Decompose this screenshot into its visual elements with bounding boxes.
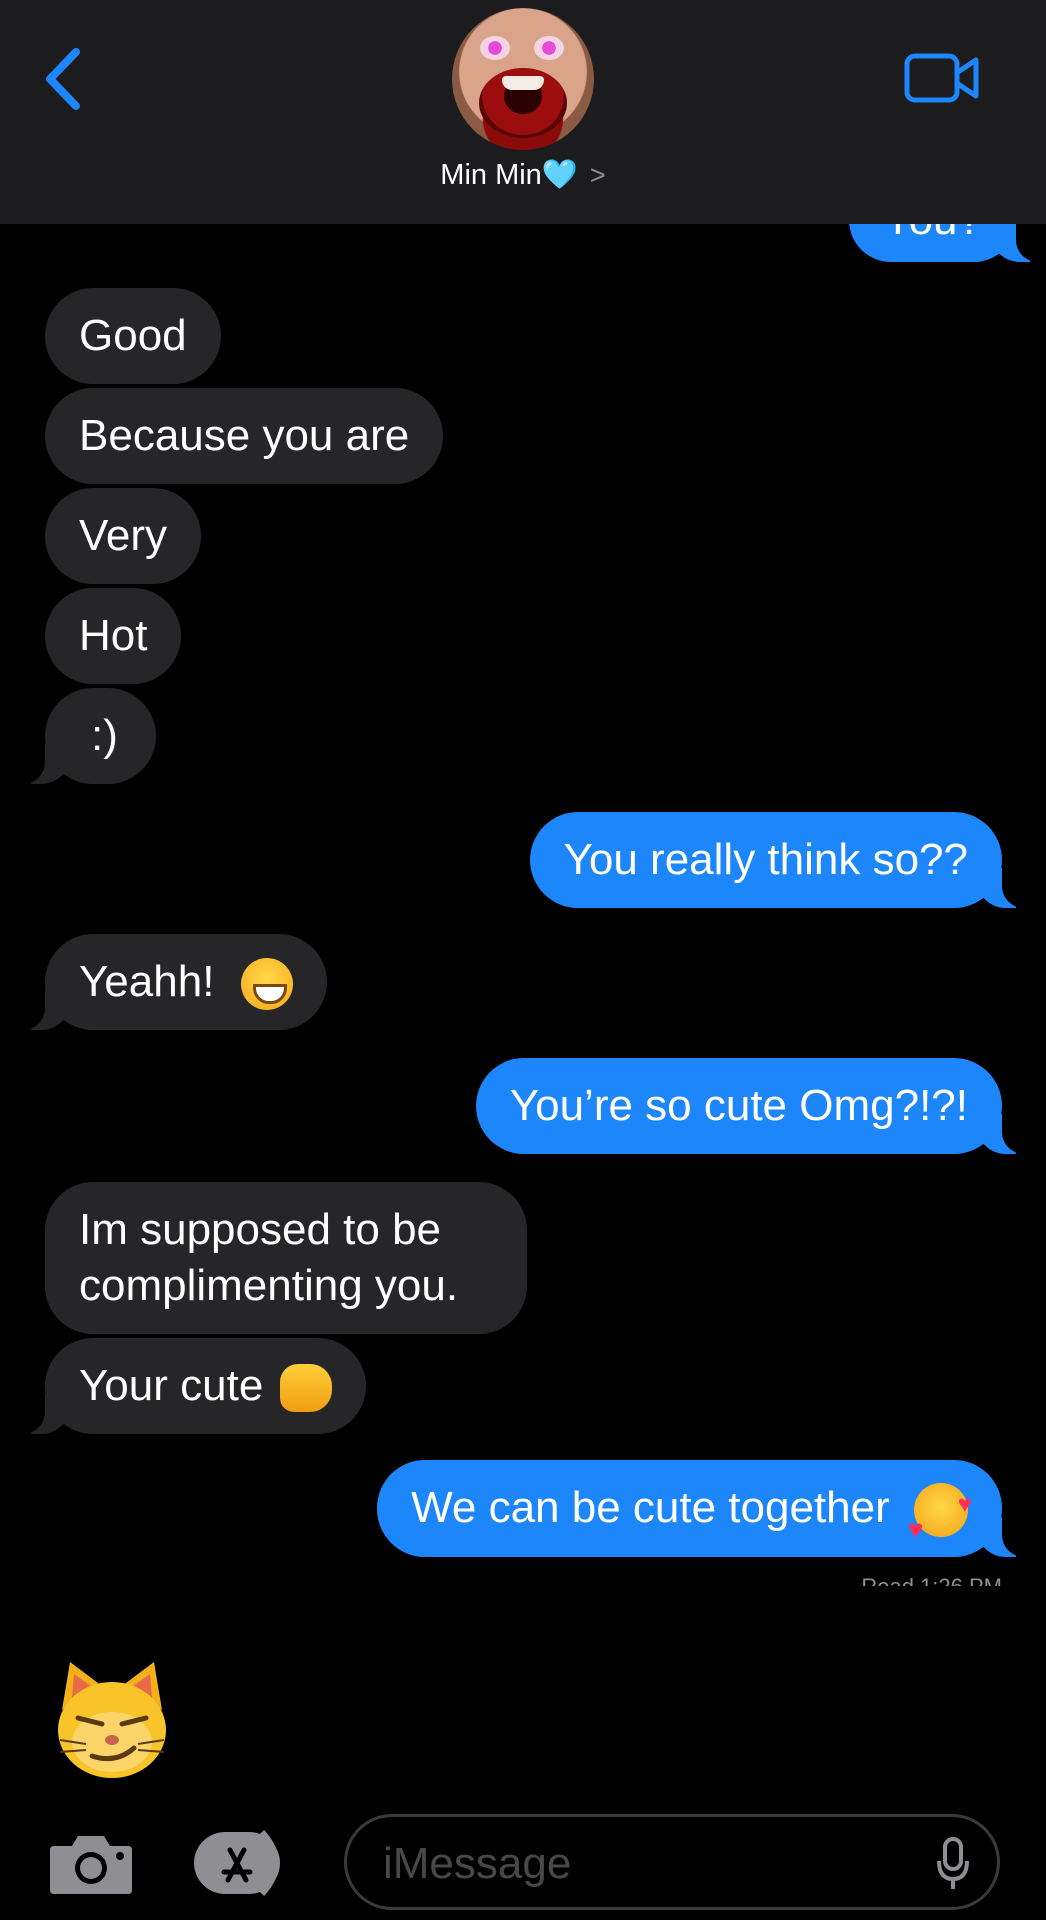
video-camera-icon[interactable] bbox=[904, 52, 980, 104]
message-text: Because you are bbox=[79, 411, 410, 460]
chevron-left-icon[interactable] bbox=[40, 44, 90, 114]
microphone-icon[interactable] bbox=[935, 1837, 971, 1891]
read-receipt: Read 1:26 PM bbox=[861, 1572, 1002, 1586]
message-text: :) bbox=[91, 711, 118, 760]
smirking-cat-icon[interactable] bbox=[56, 1660, 168, 1780]
chevron-right-icon: > bbox=[589, 160, 606, 190]
contact-name-button[interactable]: Min Min🩵 > bbox=[0, 158, 1046, 192]
message-bubble-incoming[interactable]: :) bbox=[15, 688, 156, 784]
message-thread[interactable]: You? Good Because you are Very Hot :) Yo… bbox=[0, 0, 1046, 1780]
avatar-eye bbox=[480, 36, 510, 60]
message-text: Very bbox=[79, 511, 168, 560]
message-bubble-outgoing[interactable]: You’re so cute Omg?!?! bbox=[475, 1058, 1033, 1154]
message-text: Hot bbox=[79, 611, 148, 660]
message-bubble-incoming[interactable]: Hot bbox=[45, 588, 182, 684]
smiling-face-with-hearts-icon bbox=[908, 1477, 972, 1557]
message-text: Im supposed to be complimenting you. bbox=[79, 1205, 459, 1310]
conversation-header: Min Min🩵 > bbox=[0, 0, 1046, 224]
avatar-eye bbox=[534, 36, 564, 60]
heart-emoji-icon: 🩵 bbox=[541, 159, 578, 191]
composer-bar: iMessage bbox=[0, 1800, 1046, 1920]
app-store-icon[interactable] bbox=[192, 1828, 296, 1898]
message-text: You’re so cute Omg?!?! bbox=[509, 1081, 968, 1130]
message-input-placeholder: iMessage bbox=[383, 1839, 572, 1888]
message-bubble-incoming[interactable]: Because you are bbox=[45, 388, 444, 484]
message-bubble-incoming[interactable]: Good bbox=[45, 288, 221, 384]
message-bubble-incoming[interactable]: Your cute bbox=[15, 1338, 366, 1434]
message-bubble-outgoing[interactable]: We can be cute together bbox=[377, 1460, 1032, 1558]
message-bubble-incoming[interactable]: Yeahh! bbox=[15, 934, 327, 1031]
message-text: Yeahh! bbox=[79, 957, 215, 1006]
message-bubble-incoming[interactable]: Very bbox=[45, 488, 202, 584]
avatar[interactable] bbox=[452, 8, 594, 150]
message-input[interactable]: iMessage bbox=[344, 1814, 1000, 1910]
message-text: You really think so?? bbox=[563, 835, 968, 884]
fist-bump-icon bbox=[279, 1364, 332, 1413]
message-text: We can be cute together bbox=[411, 1483, 890, 1532]
message-bubble-outgoing[interactable]: You really think so?? bbox=[529, 812, 1033, 908]
contact-name: Min Min bbox=[440, 159, 542, 191]
avatar-teeth bbox=[502, 76, 544, 90]
message-bubble-incoming[interactable]: Im supposed to be complimenting you. bbox=[45, 1182, 527, 1334]
message-text: Good bbox=[79, 311, 187, 360]
message-text: Your cute bbox=[79, 1361, 264, 1410]
camera-icon[interactable] bbox=[48, 1828, 134, 1898]
grinning-face-icon bbox=[240, 958, 293, 1011]
